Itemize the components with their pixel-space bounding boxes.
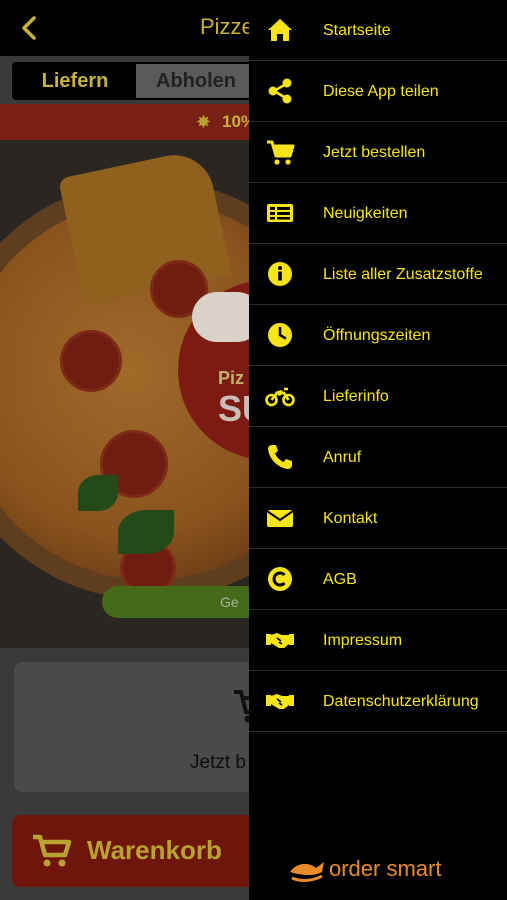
menu-item-privacy[interactable]: Datenschutzerklärung [249,671,507,732]
mail-icon [265,503,295,533]
menu-item-startseite[interactable]: Startseite [249,0,507,61]
cart-button-label: Warenkorb [87,835,222,865]
home-icon [265,15,295,45]
menu-item-label: Neuigkeiten [323,205,408,222]
menu-item-label: Jetzt bestellen [323,144,426,161]
menu-item-additives[interactable]: Liste aller Zusatzstoffe [249,244,507,305]
menu-item-label: Impressum [323,632,403,649]
menu-item-label: Diese App teilen [323,83,439,100]
brand-footer: order smart [289,856,469,884]
menu-item-label: Kontakt [323,510,378,527]
share-icon [265,76,295,106]
menu-item-contact[interactable]: Kontakt [249,488,507,549]
news-icon [265,198,295,228]
motorbike-icon [265,381,295,411]
order-smart-logo-icon [289,858,325,882]
menu-item-label: Anruf [323,449,362,466]
back-button[interactable] [14,12,46,44]
handshake-icon [265,686,295,716]
side-drawer: Startseite Diese App teilen Jetzt bestel… [249,0,507,900]
order-now-label: Jetzt b [190,752,246,773]
info-icon [265,259,295,289]
cart-icon [265,137,295,167]
badge-line-1: Piz [218,368,245,388]
menu-item-terms[interactable]: AGB [249,549,507,610]
page-title: Pizze [200,14,254,39]
menu-item-news[interactable]: Neuigkeiten [249,183,507,244]
cart-icon [32,833,72,869]
menu-item-label: Datenschutzerklärung [323,693,479,710]
menu-item-label: Startseite [323,22,391,39]
hero-green-button[interactable]: Ge [102,586,260,618]
menu-item-order-now[interactable]: Jetzt bestellen [249,122,507,183]
phone-icon [265,442,295,472]
copyright-icon [265,564,295,594]
basil-leaf [78,475,118,511]
chevron-left-icon [22,16,36,40]
pickup-tab[interactable]: Abholen [136,64,256,98]
menu-item-label: Öffnungszeiten [323,327,431,344]
menu-item-opening-hours[interactable]: Öffnungszeiten [249,305,507,366]
deliver-tab[interactable]: Liefern [14,64,136,98]
hero-image: Piz SU Ge [0,140,260,648]
menu-item-label: Liste aller Zusatzstoffe [323,266,483,283]
tomato-slice [60,330,122,392]
handshake-icon [265,625,295,655]
clock-icon [265,320,295,350]
menu-item-share-app[interactable]: Diese App teilen [249,61,507,122]
brand-name: order smart [329,856,442,881]
menu-item-imprint[interactable]: Impressum [249,610,507,671]
basil-leaf [118,510,174,554]
menu-item-delivery-info[interactable]: Lieferinfo [249,366,507,427]
menu-item-label: Lieferinfo [323,388,389,405]
sun-icon: ✸ [196,112,212,132]
menu-item-label: AGB [323,571,357,588]
menu-item-call[interactable]: Anruf [249,427,507,488]
